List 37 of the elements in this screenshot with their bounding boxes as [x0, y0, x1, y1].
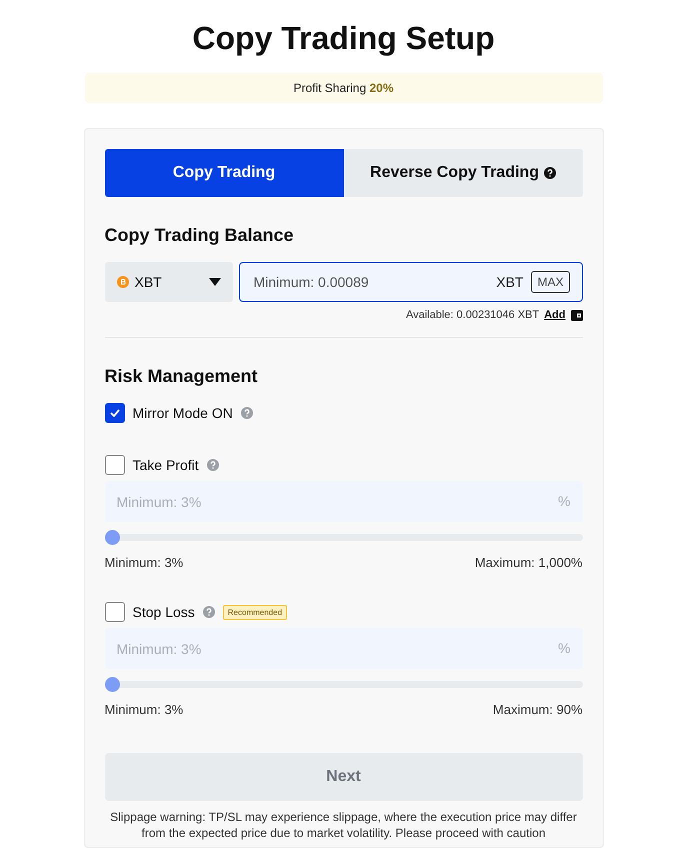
help-icon [240, 407, 253, 419]
option-checkbox[interactable] [104, 602, 124, 622]
amount-field[interactable]: Minimum: 0.00089 XBT MAX [238, 262, 582, 302]
slider-thumb[interactable] [104, 677, 120, 692]
mode-tab[interactable]: Reverse Copy Trading [344, 149, 582, 197]
max-label: Maximum: 1,000% [474, 555, 582, 570]
min-label: Minimum: 3% [104, 702, 184, 717]
max-button[interactable]: MAX [531, 271, 570, 293]
option-checkbox[interactable] [104, 455, 124, 475]
currency-select[interactable]: XBT [104, 262, 232, 302]
slider[interactable] [104, 530, 582, 545]
recommended-badge: Recommended [222, 604, 288, 620]
slider[interactable] [104, 677, 582, 692]
max-label: Maximum: 90% [492, 702, 582, 717]
section-heading: Risk Management [104, 366, 259, 387]
checkbox-label: Stop Loss [132, 604, 195, 620]
check-icon [110, 409, 120, 417]
slider-thumb[interactable] [104, 530, 120, 545]
mirror-checkbox[interactable] [104, 403, 124, 423]
slippage-warning: Slippage warning: TP/SL may experience slippage, where the execution price may differ from the expected price due to market volatility. Please proceed with caution [109, 809, 578, 842]
available-balance: Available: 0.00231046 XBT [406, 309, 540, 321]
checkbox-label: Mirror Mode ON [132, 405, 233, 421]
page-title: Copy Trading Setup [192, 20, 495, 57]
profit-sharing-text: Profit Sharing 20% [293, 81, 394, 95]
caret-icon [208, 278, 220, 286]
min-label: Minimum: 3% [104, 555, 184, 570]
unit-label: % [558, 640, 570, 656]
help-icon [206, 459, 219, 471]
coin-icon [116, 276, 128, 288]
mode-tab[interactable]: Copy Trading [104, 149, 344, 197]
add-link[interactable]: Add [544, 309, 566, 321]
checkbox-label: Take Profit [132, 457, 199, 473]
section-heading: Copy Trading Balance [104, 225, 295, 246]
wallet-icon [570, 310, 582, 320]
help-icon [202, 606, 215, 618]
unit-label: % [558, 493, 570, 509]
unit-label: XBT [496, 274, 524, 290]
